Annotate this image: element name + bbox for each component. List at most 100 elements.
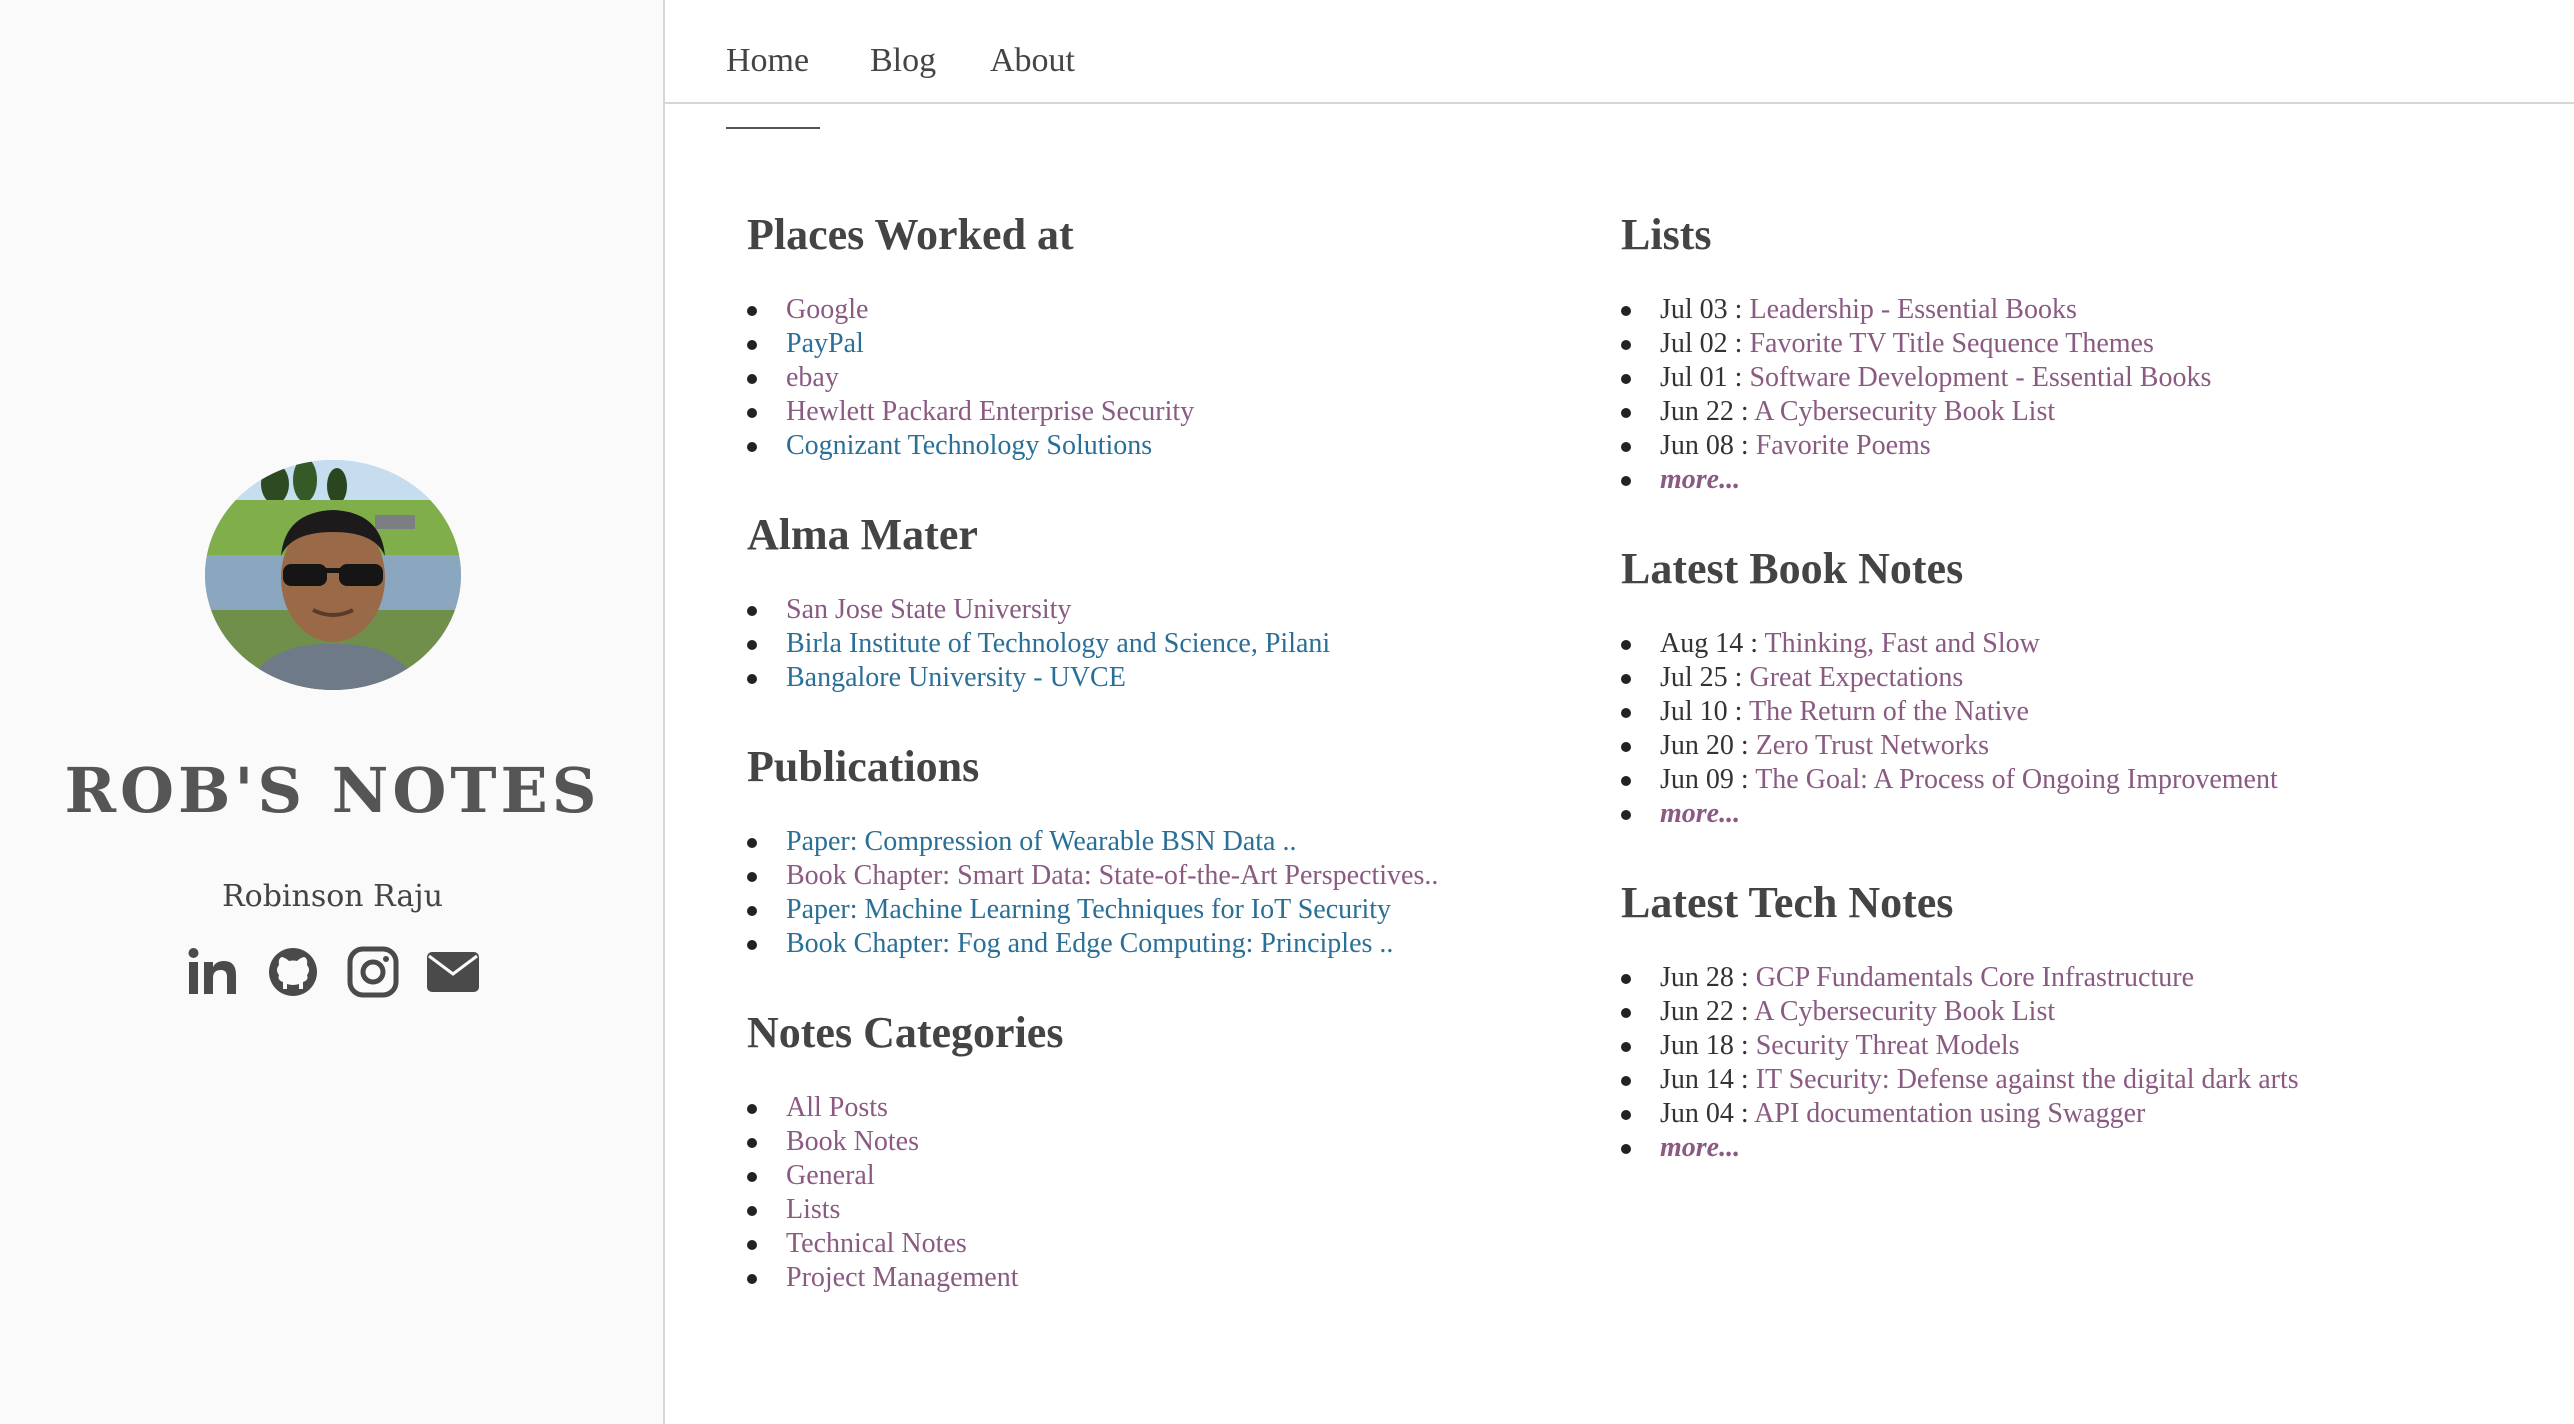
left-column: Places Worked at Google PayPal ebay Hewl… xyxy=(747,205,1607,1337)
publication-link[interactable]: Paper: Compression of Wearable BSN Data … xyxy=(786,826,1296,857)
places-section: Places Worked at Google PayPal ebay Hewl… xyxy=(747,205,1607,463)
list-item: Book Chapter: Smart Data: State-of-the-A… xyxy=(747,859,1607,893)
places-list: Google PayPal ebay Hewlett Packard Enter… xyxy=(747,293,1607,463)
list-item: more... xyxy=(1621,1131,2521,1165)
linkedin-icon[interactable] xyxy=(185,944,241,1000)
post-date: Jun 08 : xyxy=(1660,430,1749,461)
alma-link[interactable]: Bangalore University - UVCE xyxy=(786,662,1126,693)
category-link[interactable]: Lists xyxy=(786,1194,840,1225)
post-date: Jul 01 : xyxy=(1660,362,1743,393)
alma-link[interactable]: Birla Institute of Technology and Scienc… xyxy=(786,628,1330,659)
right-column: Lists Jul 03 : Leadership - Essential Bo… xyxy=(1621,205,2521,1207)
lists-section: Lists Jul 03 : Leadership - Essential Bo… xyxy=(1621,205,2521,497)
author-name: Robinson Raju xyxy=(222,879,443,914)
list-item: Book Notes xyxy=(747,1125,1607,1159)
book-notes-title: Latest Book Notes xyxy=(1621,544,1964,593)
post-date: Jun 04 : xyxy=(1660,1098,1749,1129)
publication-link[interactable]: Book Chapter: Smart Data: State-of-the-A… xyxy=(786,860,1438,891)
list-item: Cognizant Technology Solutions xyxy=(747,429,1607,463)
more-link[interactable]: more... xyxy=(1660,798,1740,829)
post-link[interactable]: Zero Trust Networks xyxy=(1756,730,1989,761)
top-nav: Home Blog About xyxy=(665,0,2574,104)
publication-link[interactable]: Paper: Machine Learning Techniques for I… xyxy=(786,894,1391,925)
place-link[interactable]: Cognizant Technology Solutions xyxy=(786,430,1152,461)
list-item: Jun 22 : A Cybersecurity Book List xyxy=(1621,995,2521,1029)
instagram-icon[interactable] xyxy=(345,944,401,1000)
list-item: General xyxy=(747,1159,1607,1193)
post-link[interactable]: Favorite Poems xyxy=(1756,430,1931,461)
categories-section: Notes Categories All Posts Book Notes Ge… xyxy=(747,1003,1607,1295)
post-link[interactable]: Thinking, Fast and Slow xyxy=(1765,628,2040,659)
alma-list: San Jose State University Birla Institut… xyxy=(747,593,1607,695)
list-item: Jul 10 : The Return of the Native xyxy=(1621,695,2521,729)
place-link[interactable]: Hewlett Packard Enterprise Security xyxy=(786,396,1194,427)
category-link[interactable]: Project Management xyxy=(786,1262,1018,1293)
list-item: Jun 09 : The Goal: A Process of Ongoing … xyxy=(1621,763,2521,797)
category-link[interactable]: General xyxy=(786,1160,875,1191)
post-date: Jun 20 : xyxy=(1660,730,1749,761)
post-link[interactable]: Great Expectations xyxy=(1749,662,1963,693)
nav-about[interactable]: About xyxy=(990,42,1075,80)
list-item: Jul 25 : Great Expectations xyxy=(1621,661,2521,695)
post-date: Jun 28 : xyxy=(1660,962,1749,993)
list-item: Google xyxy=(747,293,1607,327)
github-icon[interactable] xyxy=(265,944,321,1000)
envelope-icon[interactable] xyxy=(425,944,481,1000)
lists-title: Lists xyxy=(1621,210,1712,259)
more-link[interactable]: more... xyxy=(1660,1132,1740,1163)
post-link[interactable]: A Cybersecurity Book List xyxy=(1754,396,2055,427)
list-item: Jun 20 : Zero Trust Networks xyxy=(1621,729,2521,763)
place-link[interactable]: PayPal xyxy=(786,328,864,359)
post-link[interactable]: Security Threat Models xyxy=(1756,1030,2020,1061)
more-link[interactable]: more... xyxy=(1660,464,1740,495)
publications-title: Publications xyxy=(747,742,980,791)
category-link[interactable]: Technical Notes xyxy=(786,1228,967,1259)
list-item: Bangalore University - UVCE xyxy=(747,661,1607,695)
post-link[interactable]: Leadership - Essential Books xyxy=(1749,294,2076,325)
post-link[interactable]: The Return of the Native xyxy=(1749,696,2029,727)
list-item: Jun 28 : GCP Fundamentals Core Infrastru… xyxy=(1621,961,2521,995)
list-item: Jun 18 : Security Threat Models xyxy=(1621,1029,2521,1063)
post-date: Jun 14 : xyxy=(1660,1064,1749,1095)
category-link[interactable]: All Posts xyxy=(786,1092,888,1123)
places-title: Places Worked at xyxy=(747,210,1074,259)
publications-list: Paper: Compression of Wearable BSN Data … xyxy=(747,825,1607,961)
list-item: Jul 01 : Software Development - Essentia… xyxy=(1621,361,2521,395)
post-link[interactable]: The Goal: A Process of Ongoing Improveme… xyxy=(1755,764,2278,795)
list-item: Jun 04 : API documentation using Swagger xyxy=(1621,1097,2521,1131)
nav-blog[interactable]: Blog xyxy=(870,42,936,80)
place-link[interactable]: Google xyxy=(786,294,868,325)
post-link[interactable]: API documentation using Swagger xyxy=(1754,1098,2145,1129)
list-item: Book Chapter: Fog and Edge Computing: Pr… xyxy=(747,927,1607,961)
list-item: Lists xyxy=(747,1193,1607,1227)
lists-list: Jul 03 : Leadership - Essential Books Ju… xyxy=(1621,293,2521,497)
post-date: Jul 25 : xyxy=(1660,662,1743,693)
post-date: Jun 22 : xyxy=(1660,396,1749,427)
alma-link[interactable]: San Jose State University xyxy=(786,594,1071,625)
place-link[interactable]: ebay xyxy=(786,362,839,393)
social-links xyxy=(0,944,665,1000)
tech-notes-title: Latest Tech Notes xyxy=(1621,878,1954,927)
post-link[interactable]: GCP Fundamentals Core Infrastructure xyxy=(1756,962,2194,993)
nav-home[interactable]: Home xyxy=(726,42,809,80)
list-item: Paper: Compression of Wearable BSN Data … xyxy=(747,825,1607,859)
categories-title: Notes Categories xyxy=(747,1008,1064,1057)
post-link[interactable]: A Cybersecurity Book List xyxy=(1754,996,2055,1027)
list-item: more... xyxy=(1621,797,2521,831)
list-item: Project Management xyxy=(747,1261,1607,1295)
list-item: Jun 08 : Favorite Poems xyxy=(1621,429,2521,463)
post-link[interactable]: Favorite TV Title Sequence Themes xyxy=(1749,328,2153,359)
post-date: Aug 14 : xyxy=(1660,628,1758,659)
publication-link[interactable]: Book Chapter: Fog and Edge Computing: Pr… xyxy=(786,928,1393,959)
site-title[interactable]: ROB'S NOTES xyxy=(0,754,665,827)
book-notes-list: Aug 14 : Thinking, Fast and Slow Jul 25 … xyxy=(1621,627,2521,831)
post-link[interactable]: IT Security: Defense against the digital… xyxy=(1756,1064,2299,1095)
list-item: PayPal xyxy=(747,327,1607,361)
list-item: more... xyxy=(1621,463,2521,497)
post-link[interactable]: Software Development - Essential Books xyxy=(1749,362,2211,393)
categories-list: All Posts Book Notes General Lists Techn… xyxy=(747,1091,1607,1295)
list-item: Jun 22 : A Cybersecurity Book List xyxy=(1621,395,2521,429)
post-date: Jul 03 : xyxy=(1660,294,1743,325)
category-link[interactable]: Book Notes xyxy=(786,1126,919,1157)
list-item: Paper: Machine Learning Techniques for I… xyxy=(747,893,1607,927)
